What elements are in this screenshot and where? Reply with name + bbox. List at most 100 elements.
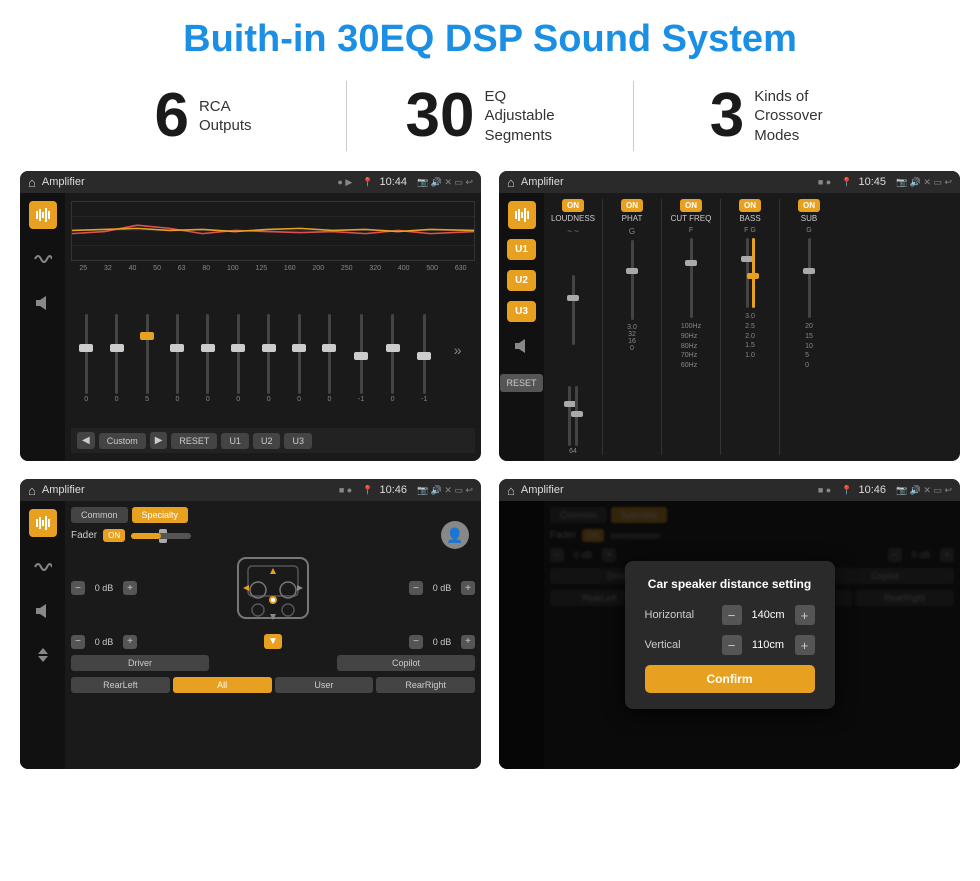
db-control-br: − 0 dB + [409, 635, 475, 649]
eq-left-panel [20, 193, 65, 461]
stat-desc-eq: EQ Adjustable Segments [484, 87, 574, 146]
crossover-speaker-icon[interactable] [508, 332, 536, 360]
u3-btn[interactable]: U3 [507, 301, 536, 322]
dialog-vertical-minus[interactable]: − [722, 635, 742, 655]
screen1-time: 10:44 [379, 176, 407, 188]
db-row-bottom: − 0 dB + ▼ − 0 dB + [71, 634, 475, 649]
db-minus-br[interactable]: − [409, 635, 423, 649]
screen-crossover: ⌂ Amplifier ■ ● 📍 10:45 📷 🔊 ✕ ▭ ↩ U1 U2 … [499, 171, 960, 461]
fader-icon-wave[interactable] [29, 553, 57, 581]
db-value-tl: 0 dB [88, 583, 120, 593]
dialog-horizontal-row: Horizontal − 140cm + [645, 605, 815, 625]
db-plus-br[interactable]: + [461, 635, 475, 649]
eq-custom-btn[interactable]: Custom [99, 433, 146, 449]
u1-btn[interactable]: U1 [507, 239, 536, 260]
stat-desc-crossover: Kinds of Crossover Modes [754, 87, 844, 146]
stat-number-crossover: 3 [710, 85, 744, 147]
status-bar-4: ⌂ Amplifier ■ ● 📍 10:46 📷 🔊 ✕ ▭ ↩ [499, 479, 960, 501]
db-value-tr: 0 dB [426, 583, 458, 593]
screen3-title: Amplifier [42, 484, 333, 496]
dialog-confirm-button[interactable]: Confirm [645, 665, 815, 693]
eq-icon-wave[interactable] [29, 245, 57, 273]
dialog-overlay: Car speaker distance setting Horizontal … [499, 501, 960, 769]
dialog-title: Car speaker distance setting [645, 577, 815, 591]
db-minus-tl[interactable]: − [71, 581, 85, 595]
eq-prev-btn[interactable]: ◀ [77, 432, 95, 449]
eq-icon-active[interactable] [29, 201, 57, 229]
stats-row: 6 RCA Outputs 30 EQ Adjustable Segments … [0, 71, 980, 163]
screen1-title: Amplifier [42, 176, 332, 188]
screen2-time: 10:45 [858, 176, 886, 188]
db-minus-tr[interactable]: − [409, 581, 423, 595]
eq-play-btn[interactable]: ▶ [150, 432, 168, 449]
dialog-vertical-plus[interactable]: + [795, 635, 815, 655]
db-plus-tr[interactable]: + [461, 581, 475, 595]
btn-all[interactable]: All [173, 677, 272, 693]
cutfreq-on[interactable]: ON [680, 199, 702, 212]
home-icon-3[interactable]: ⌂ [28, 483, 36, 498]
db-minus-bl[interactable]: − [71, 635, 85, 649]
db-control-tl: − 0 dB + [71, 581, 137, 595]
home-icon-4[interactable]: ⌂ [507, 483, 515, 498]
eq-u3-btn[interactable]: U3 [284, 433, 312, 449]
fader-icon-arrows[interactable] [29, 641, 57, 669]
dialog-horizontal-value: 140cm [746, 609, 791, 621]
screen-distance: ⌂ Amplifier ■ ● 📍 10:46 📷 🔊 ✕ ▭ ↩ Common… [499, 479, 960, 769]
crossover-reset-btn[interactable]: RESET [500, 374, 542, 392]
db-control-bl: − 0 dB + [71, 635, 137, 649]
screen3-time: 10:46 [379, 484, 407, 496]
dialog-horizontal-minus[interactable]: − [722, 605, 742, 625]
stat-crossover: 3 Kinds of Crossover Modes [634, 85, 920, 147]
screen4-time: 10:46 [858, 484, 886, 496]
btn-user[interactable]: User [275, 677, 374, 693]
bass-on[interactable]: ON [739, 199, 761, 212]
u2-btn[interactable]: U2 [507, 270, 536, 291]
fader-btn-row-2: RearLeft All User RearRight [71, 677, 475, 693]
cv-bass: ON BASS F G 3.02.52.01.51.0 [725, 199, 775, 455]
db-plus-tl[interactable]: + [123, 581, 137, 595]
dialog-horizontal-plus[interactable]: + [795, 605, 815, 625]
crossover-main-panel: ON LOUDNESS ~ ~ 64 [544, 193, 960, 461]
eq-icon-speaker[interactable] [29, 289, 57, 317]
screen-eq: ⌂ Amplifier ● ▶ 📍 10:44 📷 🔊 ✕ ▭ ↩ [20, 171, 481, 461]
screen4-title: Amplifier [521, 484, 812, 496]
db-plus-bl[interactable]: + [123, 635, 137, 649]
fader-on-badge[interactable]: ON [103, 529, 125, 542]
home-icon-2[interactable]: ⌂ [507, 175, 515, 190]
eq-u2-btn[interactable]: U2 [253, 433, 281, 449]
fader-btn-row-1: Driver Copilot [71, 655, 475, 671]
cv-phat: ON PHAT G 3.0 32 16 0 [607, 199, 657, 455]
stat-number-rca: 6 [154, 85, 188, 147]
db-row-top: − 0 dB + [71, 548, 475, 628]
fader-icon-eq[interactable] [29, 509, 57, 537]
crossover-icon-eq[interactable] [508, 201, 536, 229]
btn-driver[interactable]: Driver [71, 655, 209, 671]
cv-sub: ON SUB G 20151050 [784, 199, 834, 455]
fader-left-panel [20, 501, 65, 769]
tab-specialty[interactable]: Specialty [132, 507, 189, 523]
btn-copilot[interactable]: Copilot [337, 655, 475, 671]
phat-on[interactable]: ON [621, 199, 643, 212]
home-icon-1[interactable]: ⌂ [28, 175, 36, 190]
sub-on[interactable]: ON [798, 199, 820, 212]
eq-u1-btn[interactable]: U1 [221, 433, 249, 449]
btn-rearright[interactable]: RearRight [376, 677, 475, 693]
dialog-horizontal-control: − 140cm + [722, 605, 815, 625]
btn-rearleft[interactable]: RearLeft [71, 677, 170, 693]
db-value-br: 0 dB [426, 637, 458, 647]
dialog-vertical-value: 110cm [746, 639, 791, 651]
fader-slider-h[interactable] [131, 533, 191, 539]
loudness-on[interactable]: ON [562, 199, 584, 212]
nav-down-arrow[interactable]: ▼ [264, 634, 282, 649]
crossover-left-panel: U1 U2 U3 RESET [499, 193, 544, 461]
db-control-tr: − 0 dB + [409, 581, 475, 595]
eq-reset-btn[interactable]: RESET [171, 433, 217, 449]
fader-label-row: Fader ON [71, 529, 475, 542]
dialog-vertical-control: − 110cm + [722, 635, 815, 655]
cv-loudness: ON LOUDNESS ~ ~ 64 [548, 199, 598, 455]
eq-main-panel: 2532405063 80100125160200 25032040050063… [65, 193, 481, 461]
fader-icon-speaker[interactable] [29, 597, 57, 625]
cv-cutfreq: ON CUT FREQ F 100Hz90Hz80Hz70Hz60Hz [666, 199, 716, 455]
tab-common[interactable]: Common [71, 507, 128, 523]
eq-sliders: 0 0 5 0 0 0 0 0 0 -1 0 -1 » [71, 276, 475, 428]
